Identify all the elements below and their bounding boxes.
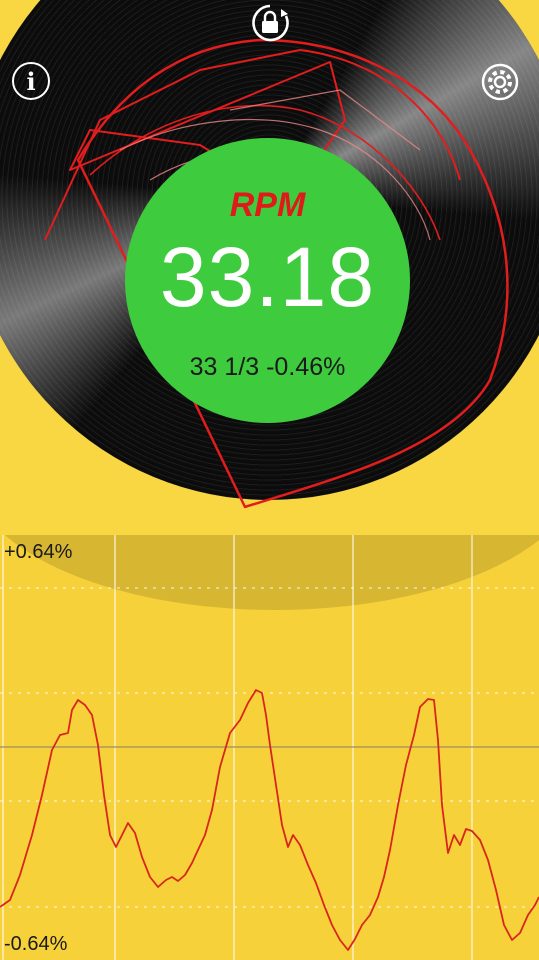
settings-button[interactable] (480, 62, 520, 102)
rotation-lock-button[interactable] (247, 0, 293, 46)
info-button[interactable]: i (12, 62, 50, 100)
info-icon: i (26, 66, 36, 96)
gear-icon (481, 63, 519, 101)
graph-min-label: -0.64% (4, 933, 68, 955)
rpm-meter: RPM 33.18 33 1/3 -0.46% (125, 138, 410, 423)
rpm-title: RPM (229, 186, 306, 224)
graph-max-label: +0.64% (4, 541, 73, 563)
rpm-deviation: 33 1/3 -0.46% (189, 353, 346, 381)
turntable-view: RPM 33.18 33 1/3 -0.46% i (0, 0, 539, 535)
speed-deviation-graph: +0.64% -0.64% (0, 535, 539, 960)
rpm-value: 33.18 (159, 230, 376, 324)
lock-rotate-icon (252, 4, 289, 42)
